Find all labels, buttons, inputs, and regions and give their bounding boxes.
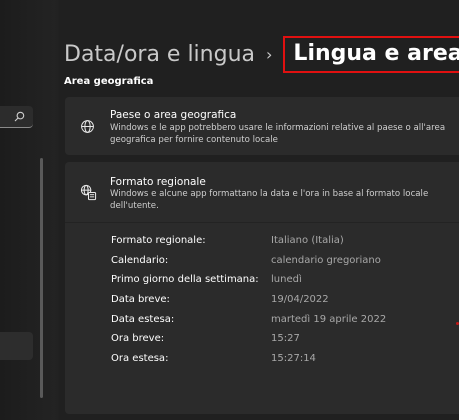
regional-format-icon — [80, 184, 97, 201]
country-region-title: Paese o area geografica — [110, 109, 237, 121]
breadcrumb-parent-link[interactable]: Data/ora e lingua — [64, 42, 255, 67]
detail-label: Ora estesa: — [111, 353, 169, 365]
globe-icon — [81, 120, 94, 133]
detail-value: Italiano (Italia) — [271, 235, 344, 246]
detail-label: Ora breve: — [111, 333, 165, 345]
nav-item-time-language[interactable] — [0, 332, 33, 360]
breadcrumb-separator-icon: › — [266, 44, 273, 64]
divider — [65, 222, 459, 223]
nav-scrollbar[interactable] — [40, 158, 43, 398]
breadcrumb: Data/ora e lingua › Lingua e area geogra… — [64, 35, 459, 73]
settings-window: Data/ora e lingua › Lingua e area geogra… — [0, 0, 459, 420]
detail-label: Data breve: — [111, 294, 170, 306]
detail-value: 15:27 — [271, 333, 300, 345]
page-title: Lingua e area geografica — [283, 35, 459, 73]
detail-value: calendario gregoriano — [271, 254, 381, 266]
detail-label: Primo giorno della settimana: — [111, 274, 259, 286]
detail-value: 15:27:14 — [271, 353, 316, 365]
country-region-card[interactable]: Paese o area geografica Windows e le app… — [65, 97, 459, 155]
detail-label: Calendario: — [111, 254, 169, 266]
navigation-pane — [0, 0, 58, 420]
regional-format-description: Windows e alcune app formattano la data … — [110, 189, 429, 211]
detail-value: martedì 19 aprile 2022 — [271, 313, 387, 325]
detail-label: Formato regionale: — [111, 235, 206, 246]
regional-format-card: Formato regionale Windows e alcune app f… — [65, 162, 459, 414]
detail-value: lunedì — [271, 274, 302, 286]
section-heading: Area geografica — [64, 76, 154, 87]
detail-label: Data estesa: — [111, 313, 175, 325]
regional-format-title: Formato regionale — [110, 176, 206, 188]
search-icon — [14, 111, 25, 122]
search-settings-input[interactable] — [0, 106, 33, 128]
detail-value: 19/04/2022 — [271, 294, 329, 306]
country-region-description: Windows e le app potrebbero usare le inf… — [110, 123, 446, 145]
